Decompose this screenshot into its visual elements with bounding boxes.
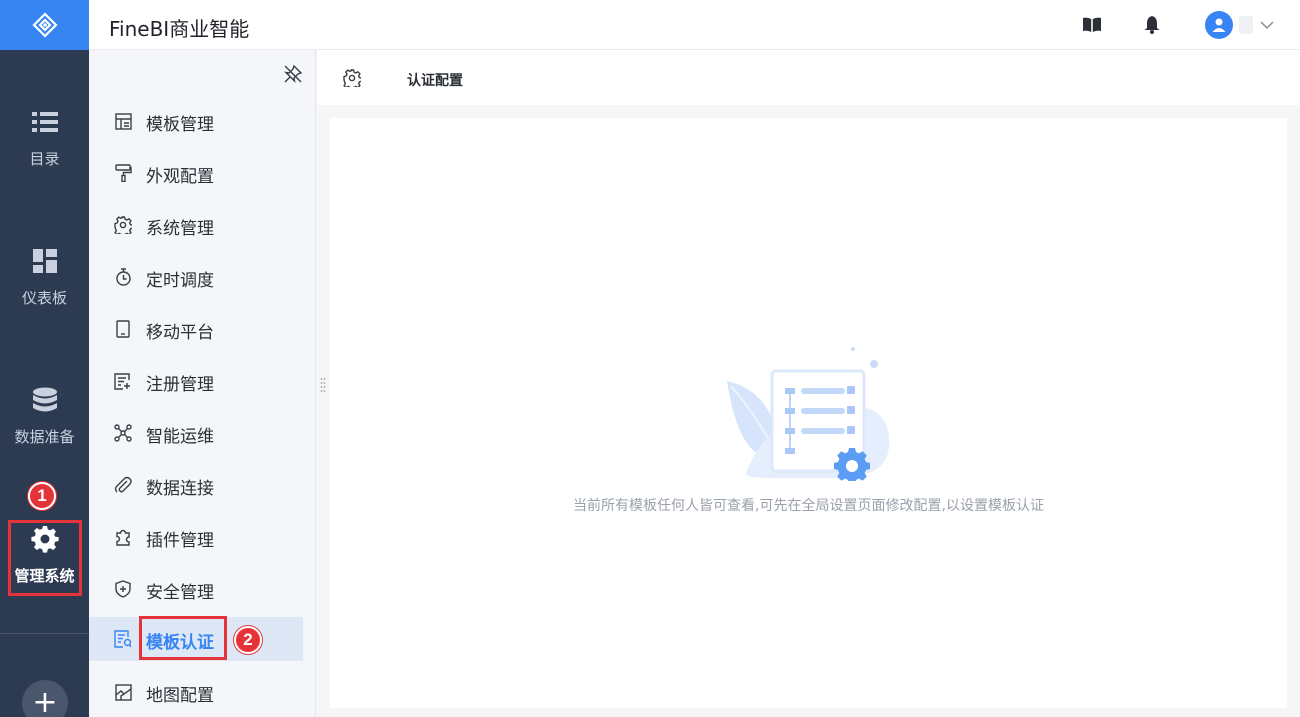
add-button[interactable]: + — [22, 680, 68, 717]
sidebar-item-data-connection[interactable]: 数据连接 — [89, 463, 303, 507]
logo-icon — [31, 12, 58, 38]
pin-icon[interactable] — [283, 64, 303, 84]
user-icon — [1212, 18, 1226, 32]
content-header: 认证配置 — [317, 50, 1300, 105]
network-icon — [114, 424, 132, 442]
app-logo[interactable] — [0, 0, 89, 50]
mobile-icon — [114, 320, 132, 338]
rail-item-dashboard[interactable]: 仪表板 — [0, 243, 89, 313]
register-icon — [114, 372, 132, 390]
sidebar-item-registration[interactable]: 注册管理 — [89, 359, 303, 403]
sidebar-item-plugins[interactable]: 插件管理 — [89, 515, 303, 559]
rail-divider — [0, 633, 89, 634]
username-redacted — [1239, 16, 1253, 34]
sidebar-item-security[interactable]: 安全管理 — [89, 567, 303, 611]
chevron-down-icon[interactable] — [1259, 17, 1275, 33]
sidebar-item-label: 安全管理 — [146, 583, 214, 603]
annotation-highlight-template-cert — [139, 616, 227, 660]
rail-item-label: 数据准备 — [14, 428, 75, 446]
sidebar-item-mobile-platform[interactable]: 移动平台 — [89, 307, 303, 351]
annotation-badge-1: 1 — [28, 482, 56, 510]
sidebar-item-system-management[interactable]: 系统管理 — [89, 203, 303, 247]
app-title: FineBI商业智能 — [109, 17, 250, 41]
sidebar-item-label: 地图配置 — [146, 686, 214, 706]
empty-state-message: 当前所有模板任何人皆可查看,可先在全局设置页面修改配置,以设置模板认证 — [573, 498, 1044, 514]
sidebar-item-label: 外观配置 — [146, 167, 214, 187]
sidebar-item-label: 数据连接 — [146, 479, 214, 499]
map-icon — [114, 683, 132, 701]
sidebar-item-map-config[interactable]: 地图配置 — [89, 670, 303, 714]
timer-icon — [114, 268, 132, 286]
settings-icon — [114, 216, 132, 234]
user-avatar[interactable] — [1205, 11, 1233, 39]
rail-item-catalog[interactable]: 目录 — [0, 104, 89, 174]
sidebar-item-label: 定时调度 — [146, 271, 214, 291]
annotation-badge-2: 2 — [234, 626, 262, 654]
main-panel: 当前所有模板任何人皆可查看,可先在全局设置页面修改配置,以设置模板认证 — [330, 118, 1287, 708]
resize-handle[interactable] — [320, 377, 326, 393]
sidebar-item-scheduling[interactable]: 定时调度 — [89, 255, 303, 299]
shield-icon — [114, 580, 132, 598]
settings-icon[interactable] — [343, 69, 361, 87]
puzzle-icon — [114, 528, 132, 546]
top-header: FineBI商业智能 — [89, 0, 1300, 50]
paperclip-icon — [114, 476, 132, 494]
bell-icon[interactable] — [1142, 15, 1162, 35]
rail-item-label: 仪表板 — [21, 289, 67, 307]
page-title: 认证配置 — [407, 73, 463, 89]
sidebar-item-label: 模板管理 — [146, 115, 214, 135]
sidebar-item-template-management[interactable]: 模板管理 — [89, 99, 303, 143]
sidebar-item-smart-ops[interactable]: 智能运维 — [89, 411, 303, 455]
rail-item-data-prep[interactable]: 数据准备 — [0, 382, 89, 452]
sidebar-item-appearance[interactable]: 外观配置 — [89, 151, 303, 195]
certificate-icon — [114, 630, 132, 648]
empty-state-illustration — [727, 347, 890, 481]
sidebar-item-label: 智能运维 — [146, 427, 214, 447]
left-rail: 目录 仪表板 数据准备 管理系统 + — [0, 0, 89, 717]
dashboard-icon — [32, 243, 57, 279]
book-icon[interactable] — [1082, 15, 1102, 35]
list-icon — [31, 104, 58, 140]
annotation-highlight-admin — [8, 520, 82, 596]
rail-item-label: 目录 — [29, 150, 60, 168]
paint-roller-icon — [114, 164, 132, 182]
template-icon — [114, 112, 132, 130]
sidebar-item-label: 系统管理 — [146, 219, 214, 239]
sidebar-item-label: 插件管理 — [146, 531, 214, 551]
sidebar-item-label: 注册管理 — [146, 375, 214, 395]
database-icon — [32, 382, 58, 418]
sidebar-item-label: 移动平台 — [146, 323, 214, 343]
